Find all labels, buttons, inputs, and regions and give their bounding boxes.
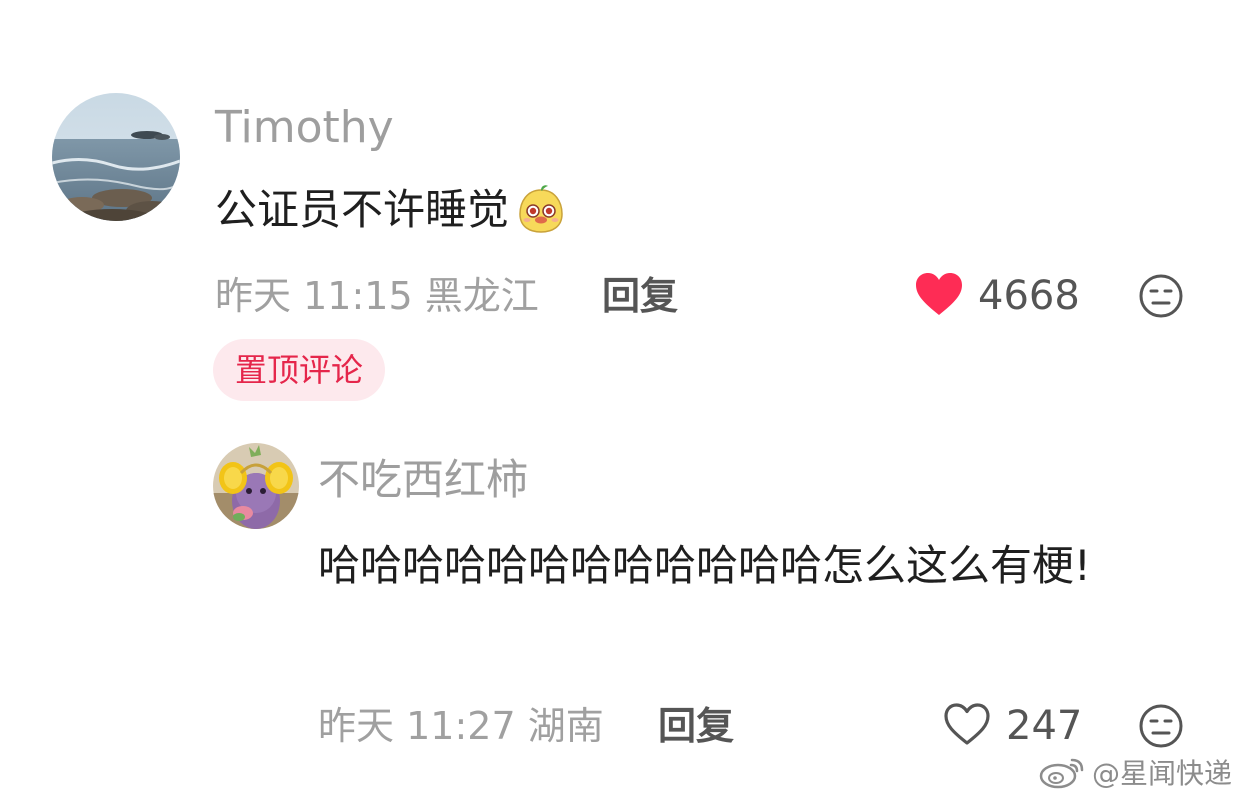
smiling-pear-emoji-icon	[515, 184, 567, 236]
comment-location: 黑龙江	[424, 274, 539, 318]
pinned-comment-badge: 置顶评论	[213, 339, 386, 401]
username[interactable]: 不吃西红柿	[318, 452, 528, 508]
watermark-text: @星闻快递	[1092, 757, 1233, 790]
like-count: 4668	[978, 273, 1080, 319]
comment-date: 昨天	[318, 704, 395, 748]
weibo-icon	[1039, 758, 1084, 789]
username[interactable]: Timothy	[215, 98, 394, 158]
dislike-button[interactable]	[1138, 703, 1184, 749]
neutral-face-icon	[1139, 274, 1183, 318]
comment-date: 昨天	[215, 274, 292, 318]
comment-time: 11:15	[303, 274, 413, 318]
heart-outline-icon	[942, 701, 992, 751]
comment-meta: 昨天 11:15 黑龙江	[215, 270, 539, 322]
heart-filled-icon	[914, 271, 964, 321]
like-count: 247	[1006, 703, 1083, 749]
reply-button[interactable]: 回复	[658, 700, 734, 752]
dislike-button[interactable]	[1138, 273, 1184, 319]
like-button[interactable]: 247	[942, 700, 1082, 752]
watermark: @星闻快递	[1038, 752, 1232, 792]
comment-text: 公证员不许睡觉	[215, 180, 567, 240]
comment-time: 11:27	[406, 704, 516, 748]
comment-meta: 昨天 11:27 湖南	[318, 700, 604, 752]
reply-button[interactable]: 回复	[602, 270, 678, 322]
comment-text: 哈哈哈哈哈哈哈哈哈哈哈哈怎么这么有梗!	[318, 541, 1091, 590]
comment-location: 湖南	[527, 704, 604, 748]
avatar-timothy[interactable]	[52, 93, 180, 221]
neutral-face-icon	[1139, 704, 1183, 748]
avatar-reply-user[interactable]	[213, 443, 299, 529]
like-button[interactable]: 4668	[914, 270, 1080, 322]
comment-text-content: 公证员不许睡觉	[215, 185, 510, 234]
